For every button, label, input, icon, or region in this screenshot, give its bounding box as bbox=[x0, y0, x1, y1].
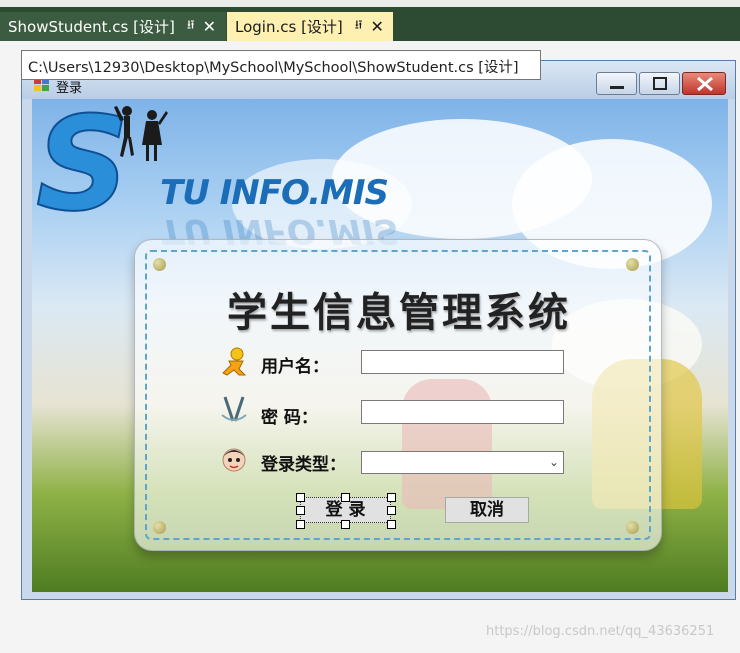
resize-handle[interactable] bbox=[387, 520, 396, 529]
app-icon bbox=[34, 78, 49, 91]
resize-handle[interactable] bbox=[296, 493, 305, 502]
rivet-icon bbox=[153, 258, 166, 271]
resize-handle[interactable] bbox=[341, 520, 350, 529]
close-icon bbox=[697, 76, 713, 92]
username-input[interactable] bbox=[361, 350, 564, 374]
rivet-icon bbox=[153, 521, 166, 534]
pin-icon[interactable]: ⭿ bbox=[355, 16, 363, 37]
avatar-icon bbox=[222, 448, 246, 472]
ide-top-strip bbox=[0, 0, 740, 7]
tab-label: Login.cs [设计] bbox=[235, 18, 343, 36]
maximize-button[interactable] bbox=[639, 72, 680, 95]
logo-s-letter: S bbox=[35, 101, 168, 221]
tab-showstudent[interactable]: ShowStudent.cs [设计] ⭿ ✕ bbox=[0, 12, 226, 41]
password-label: 密 码： bbox=[261, 408, 318, 428]
minimize-button[interactable] bbox=[596, 72, 637, 95]
tab-login[interactable]: Login.cs [设计] ⭿ ✕ bbox=[227, 12, 393, 41]
chevron-down-icon[interactable]: ⌄ bbox=[549, 455, 559, 469]
username-label: 用户名： bbox=[261, 357, 329, 377]
login-type-label: 登录类型： bbox=[261, 455, 346, 475]
resize-handle[interactable] bbox=[296, 520, 305, 529]
minimize-icon bbox=[610, 86, 624, 89]
key-icon bbox=[221, 396, 247, 422]
pin-icon[interactable]: ⭿ bbox=[187, 16, 195, 37]
resize-handle[interactable] bbox=[341, 493, 350, 502]
rivet-icon bbox=[626, 258, 639, 271]
login-type-select[interactable]: ⌄ bbox=[361, 451, 564, 474]
close-icon[interactable]: ✕ bbox=[203, 17, 216, 36]
close-window-button[interactable] bbox=[682, 72, 726, 95]
resize-handle[interactable] bbox=[387, 506, 396, 515]
tab-label: ShowStudent.cs [设计] bbox=[8, 18, 175, 36]
password-input[interactable] bbox=[361, 400, 564, 424]
login-panel: 学生信息管理系统 用户名： 密 码： 登录类型： ⌄ 登 录 取消 bbox=[134, 239, 662, 551]
maximize-icon bbox=[653, 77, 667, 90]
close-icon[interactable]: ✕ bbox=[371, 17, 384, 36]
system-title: 学生信息管理系统 bbox=[227, 290, 571, 336]
resize-handle[interactable] bbox=[387, 493, 396, 502]
login-form-window[interactable]: 登录 S TU INFO.MIS TU INFO.MIS 学生信息管理系统 用户… bbox=[21, 60, 736, 600]
watermark: https://blog.csdn.net/qq_43636251 bbox=[486, 624, 715, 639]
form-client-area: S TU INFO.MIS TU INFO.MIS 学生信息管理系统 用户名： … bbox=[32, 99, 728, 592]
logo-text: TU INFO.MIS bbox=[160, 173, 389, 213]
document-tab-bar: ShowStudent.cs [设计] ⭿ ✕ Login.cs [设计] ⭿ … bbox=[0, 7, 740, 41]
cancel-button[interactable]: 取消 bbox=[445, 497, 529, 523]
resize-handle[interactable] bbox=[296, 506, 305, 515]
user-icon bbox=[222, 347, 247, 376]
file-path-tooltip: C:\Users\12930\Desktop\MySchool\MySchool… bbox=[21, 50, 541, 80]
rivet-icon bbox=[626, 521, 639, 534]
stu-info-logo: S TU INFO.MIS TU INFO.MIS bbox=[32, 101, 399, 251]
svg-text:S: S bbox=[36, 101, 130, 221]
